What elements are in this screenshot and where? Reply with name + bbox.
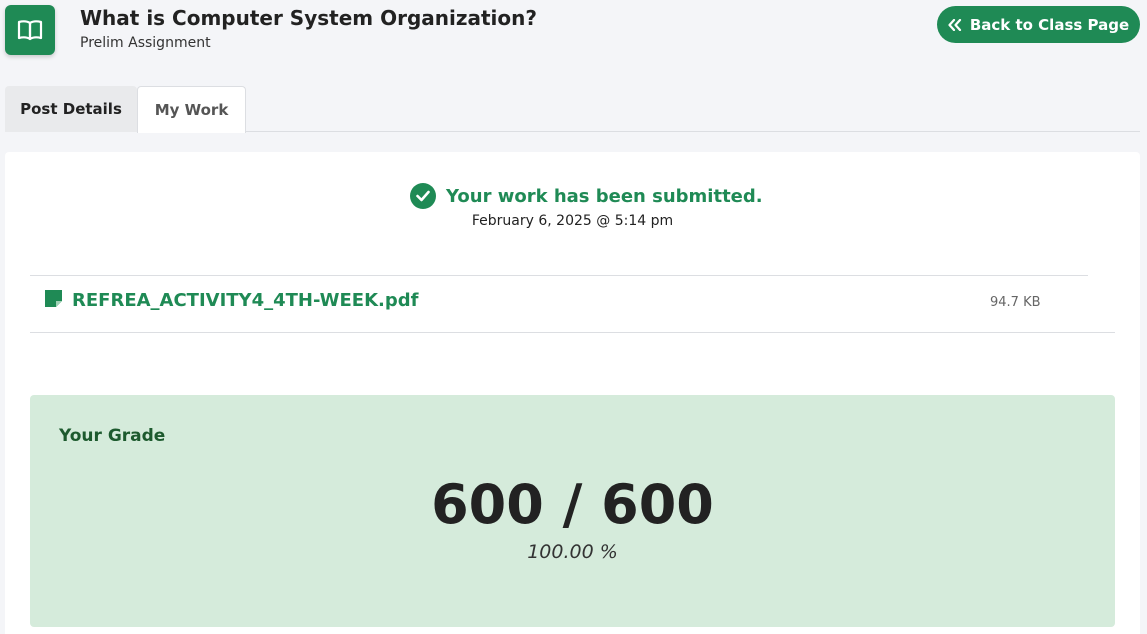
attachment-row[interactable]: REFREA_ACTIVITY4_4TH-WEEK.pdf — [45, 290, 418, 311]
tab-my-work[interactable]: My Work — [137, 86, 246, 133]
submission-status-text: Your work has been submitted. — [446, 185, 763, 207]
grade-label: Your Grade — [59, 426, 166, 446]
submission-date: February 6, 2025 @ 5:14 pm — [471, 213, 674, 229]
attachment-file-name[interactable]: REFREA_ACTIVITY4_4TH-WEEK.pdf — [72, 290, 418, 311]
page-title: What is Computer System Organization? — [80, 6, 537, 30]
tab-post-details[interactable]: Post Details — [5, 86, 137, 132]
submission-status: Your work has been submitted. — [410, 183, 763, 209]
back-button-label: Back to Class Page — [969, 15, 1130, 34]
page-subtitle: Prelim Assignment — [80, 35, 211, 51]
my-work-card: Your work has been submitted. February 6… — [5, 152, 1140, 634]
grade-score: 600 / 600 — [431, 473, 714, 536]
check-circle-icon — [410, 183, 436, 209]
open-book-icon — [5, 5, 55, 55]
divider — [30, 332, 1115, 333]
double-chevron-left-icon — [948, 18, 962, 31]
divider — [30, 275, 1088, 276]
tab-bar: Post Details My Work — [5, 86, 1140, 133]
grade-panel: Your Grade 600 / 600 100.00 % — [30, 395, 1115, 627]
grade-percent: 100.00 % — [527, 541, 618, 563]
file-icon — [45, 290, 62, 311]
back-to-class-button[interactable]: Back to Class Page — [937, 6, 1140, 43]
page: What is Computer System Organization? Pr… — [0, 0, 1147, 634]
attachment-file-size: 94.7 KB — [990, 295, 1041, 310]
